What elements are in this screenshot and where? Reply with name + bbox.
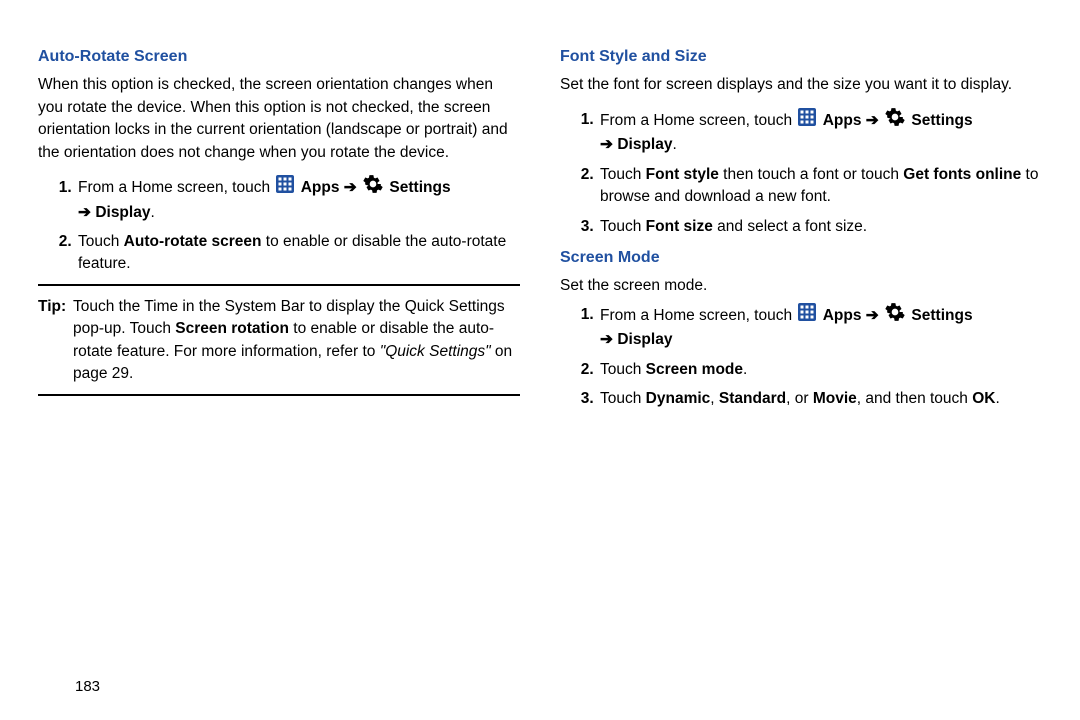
list-item: Touch Font style then touch a font or to…	[598, 164, 1042, 209]
list-item: Touch Dynamic, Standard, or Movie, and t…	[598, 388, 1042, 410]
bold-term: Font style	[646, 166, 719, 183]
step-lead: From a Home screen, touch	[600, 306, 796, 323]
step-text: Touch	[600, 390, 646, 407]
auto-rotate-steps: From a Home screen, touch Apps ➔ Setting…	[38, 174, 520, 276]
settings-gear-icon	[363, 174, 383, 201]
arrow-icon: ➔	[600, 136, 613, 153]
cross-ref[interactable]: "Quick Settings"	[380, 343, 491, 360]
settings-label: Settings	[911, 111, 972, 128]
list-item: Touch Font size and select a font size.	[598, 216, 1042, 238]
period: .	[672, 136, 676, 153]
bold-term: Get fonts online	[903, 166, 1021, 183]
step-text: Touch	[78, 233, 124, 250]
apps-label: Apps	[823, 111, 862, 128]
settings-label: Settings	[389, 179, 450, 196]
step-text: .	[995, 390, 999, 407]
bold-term: Font size	[646, 218, 713, 235]
list-item: From a Home screen, touch Apps ➔ Setting…	[76, 174, 520, 224]
display-label: Display	[95, 204, 150, 221]
apps-grid-icon	[798, 303, 816, 328]
apps-label: Apps	[301, 179, 340, 196]
period: .	[150, 204, 154, 221]
step-text: ,	[710, 390, 719, 407]
step-text: Touch	[600, 361, 646, 378]
arrow-icon: ➔	[78, 204, 91, 221]
heading-screen-mode: Screen Mode	[560, 246, 1042, 269]
auto-rotate-intro: When this option is checked, the screen …	[38, 74, 520, 164]
apps-grid-icon	[798, 108, 816, 133]
list-item: Touch Screen mode.	[598, 359, 1042, 381]
screen-mode-steps: From a Home screen, touch Apps ➔ Setting…	[560, 302, 1042, 411]
left-column: Auto-Rotate Screen When this option is c…	[38, 40, 520, 419]
step-text: then touch a font or touch	[719, 166, 903, 183]
apps-grid-icon	[276, 175, 294, 200]
arrow-icon: ➔	[600, 331, 613, 348]
screen-mode-intro: Set the screen mode.	[560, 275, 1042, 297]
settings-gear-icon	[885, 107, 905, 134]
heading-font-style: Font Style and Size	[560, 45, 1042, 68]
display-label: Display	[617, 331, 672, 348]
tip-block: Tip: Touch the Time in the System Bar to…	[38, 296, 520, 386]
step-text: .	[743, 361, 747, 378]
list-item: Touch Auto-rotate screen to enable or di…	[76, 231, 520, 276]
step-lead: From a Home screen, touch	[600, 111, 796, 128]
arrow-icon: ➔	[866, 306, 879, 323]
step-text: , or	[786, 390, 813, 407]
rule	[38, 394, 520, 396]
bold-term: Movie	[813, 390, 857, 407]
bold-term: Screen rotation	[175, 320, 289, 337]
step-text: Touch	[600, 218, 646, 235]
step-text: Touch	[600, 166, 646, 183]
step-lead: From a Home screen, touch	[78, 179, 274, 196]
step-text: and select a font size.	[713, 218, 867, 235]
bold-term: Auto-rotate screen	[124, 233, 262, 250]
settings-label: Settings	[911, 306, 972, 323]
bold-term: Dynamic	[646, 390, 711, 407]
bold-term: Screen mode	[646, 361, 743, 378]
bold-term: Standard	[719, 390, 786, 407]
bold-term: OK	[972, 390, 995, 407]
step-text: , and then touch	[857, 390, 972, 407]
display-label: Display	[617, 136, 672, 153]
apps-label: Apps	[823, 306, 862, 323]
heading-auto-rotate: Auto-Rotate Screen	[38, 45, 520, 68]
rule	[38, 284, 520, 286]
right-column: Font Style and Size Set the font for scr…	[560, 40, 1042, 419]
settings-gear-icon	[885, 302, 905, 329]
tip-label: Tip:	[38, 296, 73, 386]
font-steps: From a Home screen, touch Apps ➔ Setting…	[560, 107, 1042, 238]
page-number: 183	[75, 676, 100, 698]
list-item: From a Home screen, touch Apps ➔ Setting…	[598, 107, 1042, 157]
font-intro: Set the font for screen displays and the…	[560, 74, 1042, 96]
arrow-icon: ➔	[866, 111, 879, 128]
list-item: From a Home screen, touch Apps ➔ Setting…	[598, 302, 1042, 352]
arrow-icon: ➔	[344, 179, 357, 196]
